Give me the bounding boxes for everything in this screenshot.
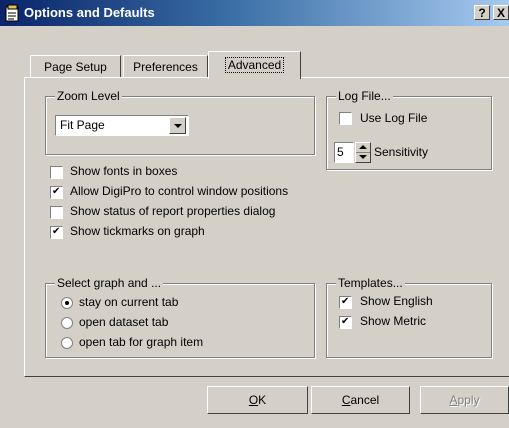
show-metric-label: Show Metric — [360, 314, 427, 328]
apply-label: pply — [457, 393, 480, 407]
tab-preferences[interactable]: Preferences — [123, 55, 208, 77]
open-dataset-tab-radio[interactable] — [61, 317, 73, 329]
open-graph-item-tab-label: open tab for graph item — [79, 335, 204, 349]
spin-down-icon[interactable] — [359, 155, 367, 159]
window-title: Options and Defaults — [24, 5, 155, 20]
show-report-status-checkbox[interactable] — [50, 206, 63, 219]
chevron-down-icon[interactable] — [169, 117, 186, 134]
zoom-level-legend: Zoom Level — [55, 89, 122, 103]
tab-page-setup[interactable]: Page Setup — [30, 55, 121, 77]
show-tickmarks-label: Show tickmarks on graph — [70, 224, 205, 238]
spin-up-icon[interactable] — [359, 145, 367, 149]
apply-button[interactable]: Apply — [420, 386, 509, 414]
show-english-checkbox[interactable] — [339, 296, 352, 309]
zoom-level-value: Fit Page — [60, 118, 105, 132]
select-graph-legend: Select graph and ... — [55, 276, 164, 290]
options-window-icon — [5, 4, 21, 22]
use-log-file-checkbox[interactable] — [339, 112, 352, 125]
ok-label: K — [258, 393, 267, 407]
log-file-legend: Log File... — [336, 89, 393, 103]
help-button[interactable]: ? — [474, 5, 490, 20]
apply-mnemonic: A — [449, 393, 458, 407]
sensitivity-label: Sensitivity — [374, 145, 429, 159]
cancel-label: ancel — [350, 393, 380, 407]
show-report-status-label: Show status of report properties dialog — [70, 204, 276, 218]
ok-button[interactable]: OK — [207, 386, 308, 414]
allow-window-positions-checkbox[interactable] — [50, 186, 63, 199]
ok-mnemonic: O — [248, 393, 259, 407]
sensitivity-input[interactable]: 5 — [334, 142, 354, 163]
sensitivity-spinner[interactable] — [355, 142, 371, 163]
title-bar[interactable]: Options and Defaults ? X — [0, 0, 509, 26]
stay-on-current-tab-radio[interactable] — [61, 297, 73, 309]
show-metric-checkbox[interactable] — [339, 316, 352, 329]
use-log-file-label: Use Log File — [360, 111, 428, 125]
templates-legend: Templates... — [336, 276, 405, 290]
cancel-button[interactable]: Cancel — [311, 386, 410, 414]
show-tickmarks-checkbox[interactable] — [50, 226, 63, 239]
zoom-level-select[interactable]: Fit Page — [55, 115, 189, 136]
open-graph-item-tab-radio[interactable] — [61, 337, 73, 349]
close-button[interactable]: X — [493, 5, 509, 20]
allow-window-positions-label: Allow DigiPro to control window position… — [70, 184, 289, 198]
show-fonts-in-boxes-label: Show fonts in boxes — [70, 164, 178, 178]
show-english-label: Show English — [360, 294, 433, 308]
show-fonts-in-boxes-checkbox[interactable] — [50, 166, 63, 179]
stay-on-current-tab-label: stay on current tab — [79, 295, 179, 309]
open-dataset-tab-label: open dataset tab — [79, 315, 169, 329]
tab-advanced-label: Advanced — [224, 57, 285, 73]
tab-advanced[interactable]: Advanced — [208, 51, 301, 79]
